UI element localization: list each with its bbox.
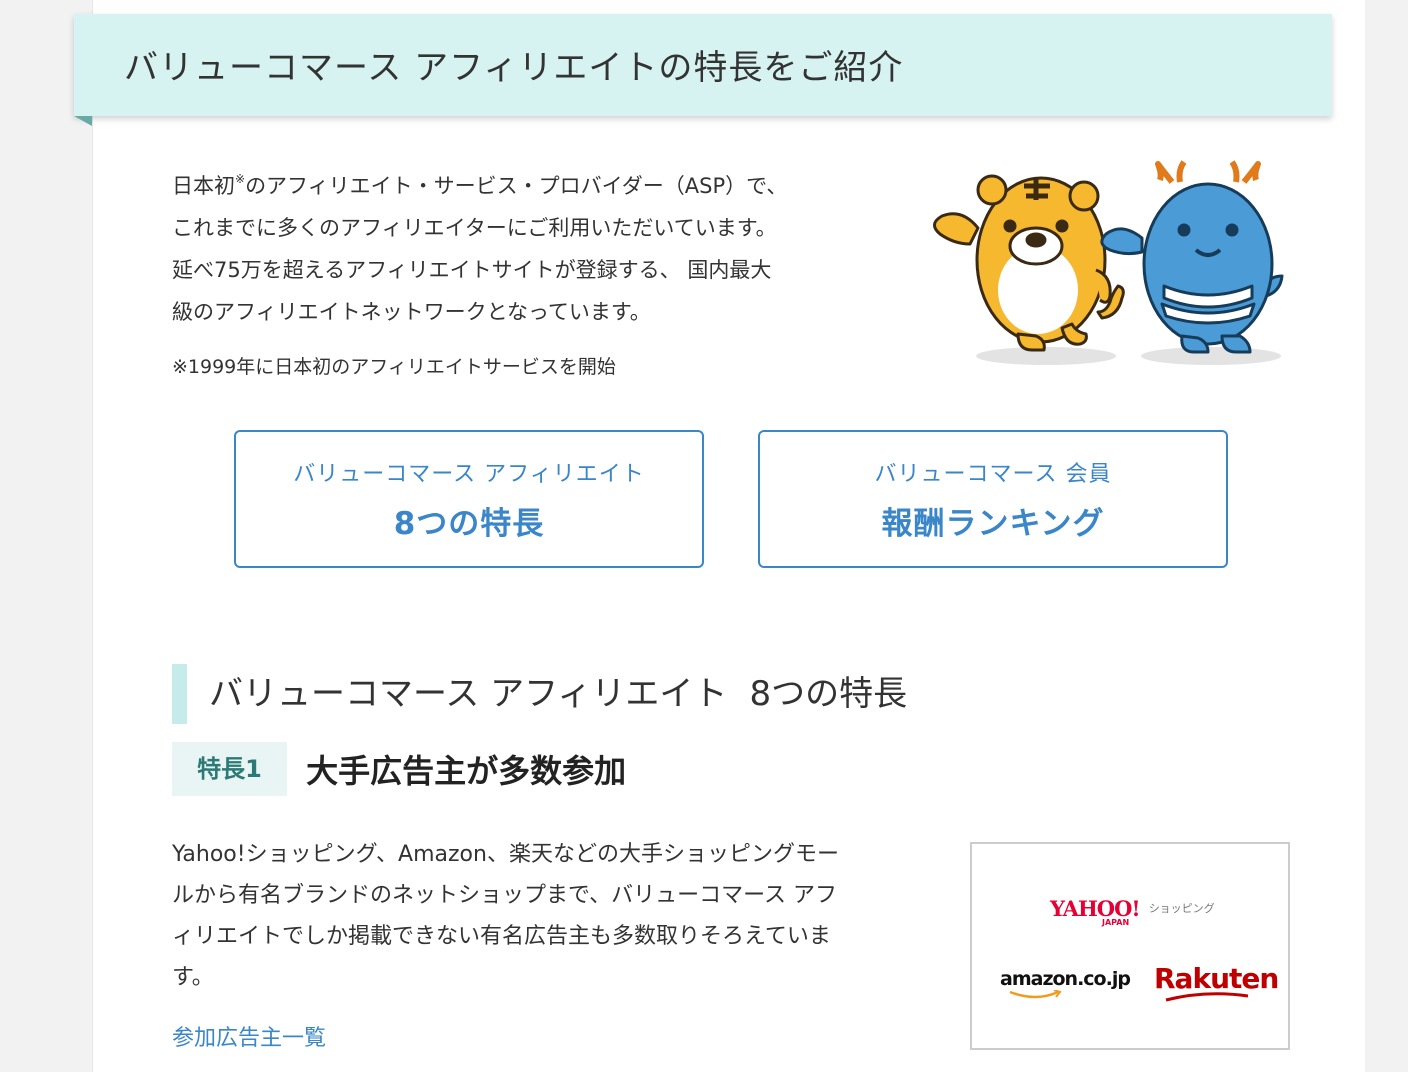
advertiser-logos: YAHOO! JAPAN ショッピング amazon.co.jp Rakuten bbox=[970, 842, 1290, 1050]
features-button-label: 8つの特長 bbox=[393, 506, 545, 542]
section-heading: バリューコマース アフィリエイト 8つの特長 bbox=[172, 664, 908, 725]
feature-1-line-4: す。 bbox=[172, 965, 214, 990]
feature-1-line-2: ルから有名ブランドのネットショップまで、バリューコマース アフ bbox=[172, 883, 838, 908]
features-button[interactable]: バリューコマース アフィリエイト 8つの特長 bbox=[234, 430, 704, 568]
intro-footnote-mark: ※ bbox=[235, 172, 246, 186]
section-heading-emphasis: 8つの特長 bbox=[749, 674, 908, 715]
intro-line-3: 延べ75万を超えるアフィリエイトサイトが登録する、 国内最大 bbox=[172, 258, 772, 282]
intro-line-1: 日本初※のアフィリエイト・サービス・プロバイダー（ASP）で、 bbox=[172, 172, 788, 198]
yahoo-shopping-logo: YAHOO! JAPAN ショッピング bbox=[1050, 896, 1215, 927]
ranking-button-subtitle: バリューコマース 会員 bbox=[874, 462, 1112, 487]
intro-text-block: 日本初※のアフィリエイト・サービス・プロバイダー（ASP）で、 これまでに多くの… bbox=[172, 158, 892, 381]
rakuten-logo: Rakuten bbox=[1154, 962, 1279, 1002]
intro-footnote: ※1999年に日本初のアフィリエイトサービスを開始 bbox=[172, 356, 616, 378]
feature-1-tag: 特長1 bbox=[172, 742, 287, 796]
features-button-subtitle: バリューコマース アフィリエイト bbox=[293, 462, 645, 487]
rakuten-underline-icon bbox=[1165, 992, 1249, 1002]
mascot-tiger-and-dragon-image bbox=[933, 160, 1284, 365]
amazon-smile-icon bbox=[1009, 990, 1062, 999]
intro-line-2: これまでに多くのアフィリエイターにご利用いただいています。 bbox=[172, 216, 777, 240]
intro-line-4: 級のアフィリエイトネットワークとなっています。 bbox=[172, 300, 651, 324]
ranking-button-label: 報酬ランキング bbox=[881, 506, 1105, 542]
advertiser-list-link[interactable]: 参加広告主一覧 bbox=[172, 1020, 326, 1052]
banner-fold bbox=[74, 116, 92, 126]
feature-1-line-3: ィリエイトでしか掲載できない有名広告主も多数取りそろえていま bbox=[172, 924, 831, 949]
mascot-illustration bbox=[926, 160, 1298, 370]
feature-1-line-1: Yahoo!ショッピング、Amazon、楽天などの大手ショッピングモー bbox=[172, 842, 839, 867]
feature-1-heading: 特長1 大手広告主が多数参加 bbox=[172, 742, 626, 796]
feature-1-description: Yahoo!ショッピング、Amazon、楽天などの大手ショッピングモー ルから有… bbox=[172, 834, 902, 998]
section-heading-text: バリューコマース アフィリエイト bbox=[209, 674, 728, 715]
ranking-button[interactable]: バリューコマース 会員 報酬ランキング bbox=[758, 430, 1228, 568]
feature-1-title: 大手広告主が多数参加 bbox=[306, 752, 627, 790]
section-banner: バリューコマース アフィリエイトの特長をご紹介 bbox=[74, 14, 1332, 116]
banner-title: バリューコマース アフィリエイトの特長をご紹介 bbox=[124, 48, 904, 88]
amazon-logo: amazon.co.jp bbox=[1000, 968, 1131, 999]
